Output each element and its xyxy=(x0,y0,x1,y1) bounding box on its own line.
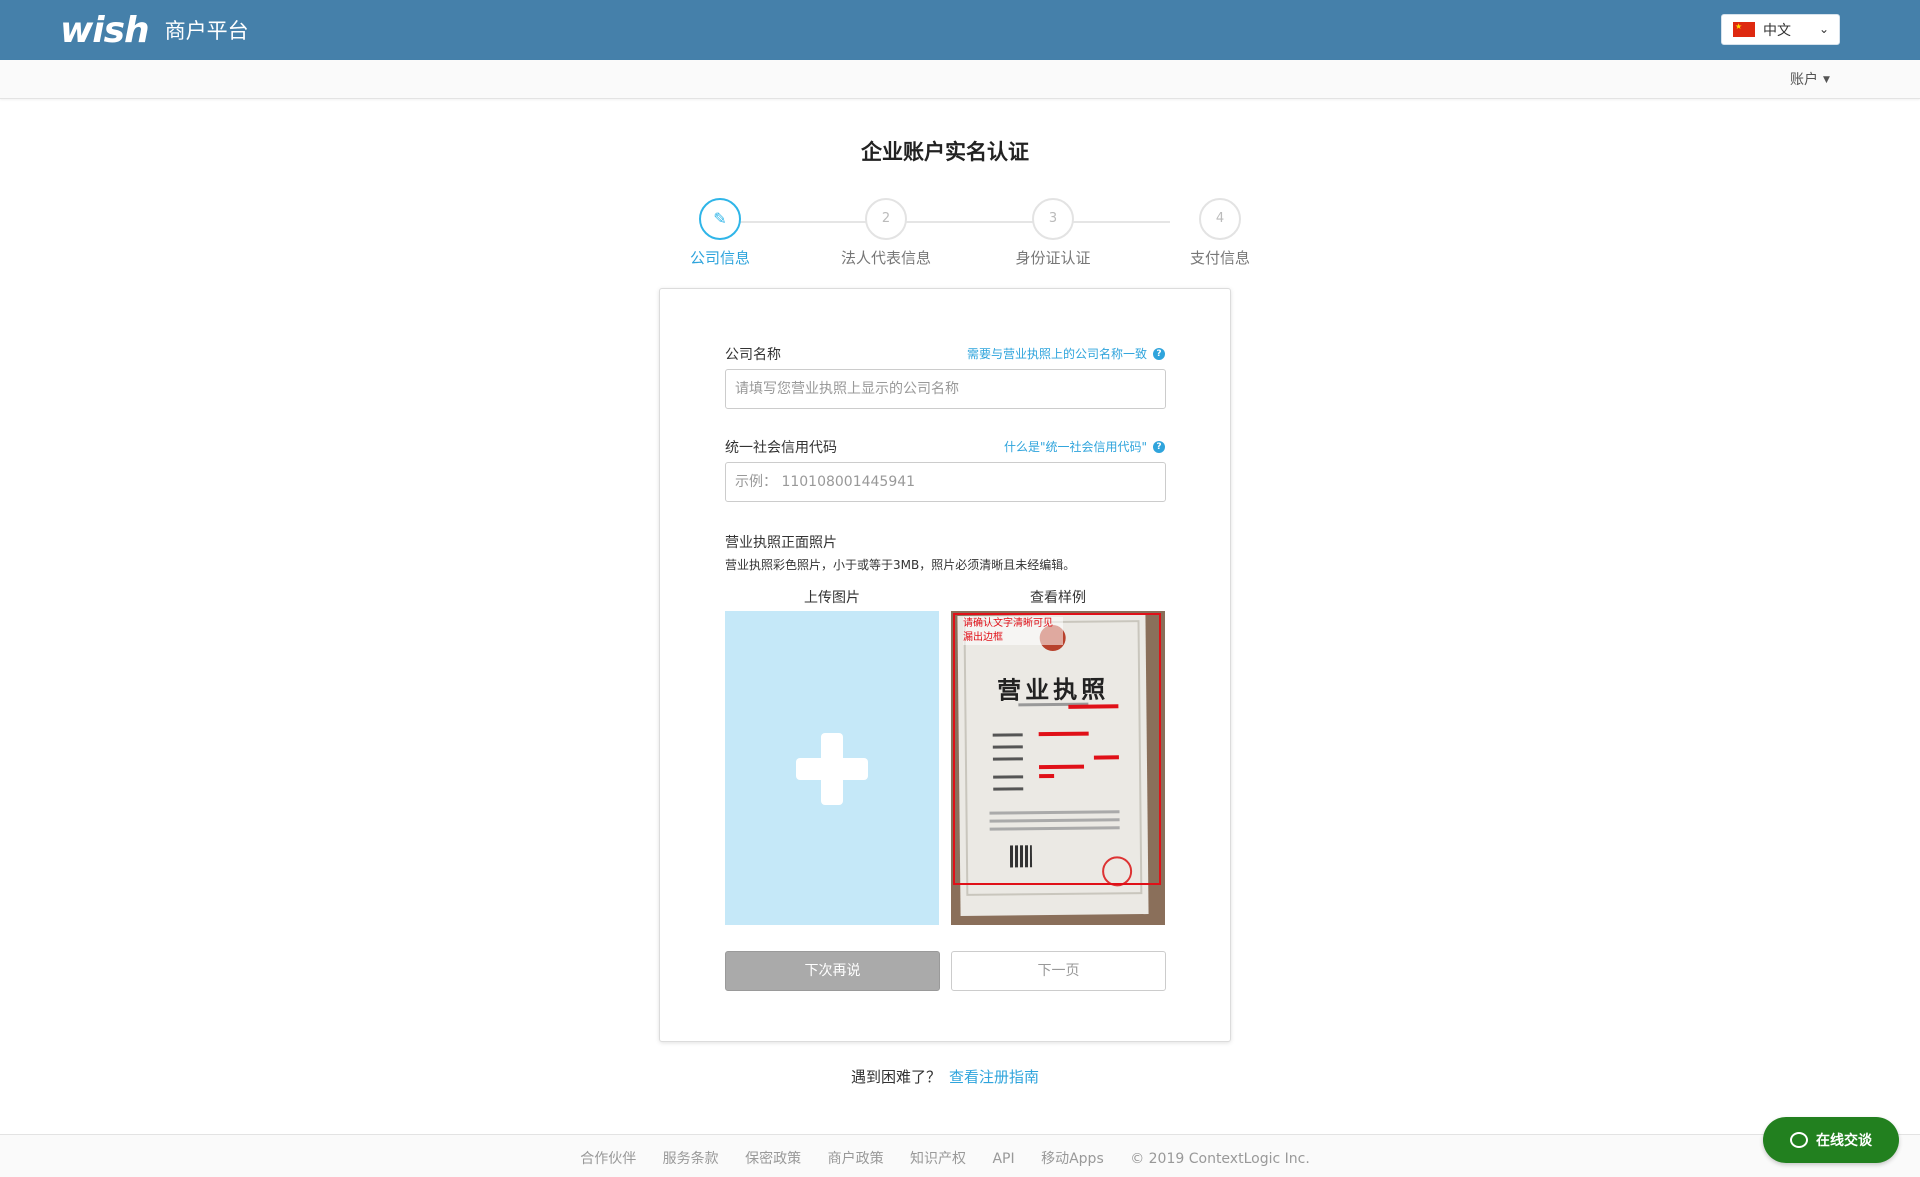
upload-image-area[interactable] xyxy=(725,611,939,925)
credit-code-help-text: 什么是"统一社会信用代码" xyxy=(1003,440,1147,454)
wish-logo[interactable]: wish 商户平台 xyxy=(60,9,249,51)
footer-link-privacy[interactable]: 保密政策 xyxy=(745,1151,801,1167)
step-legal-rep-info: 2 法人代表信息 xyxy=(826,198,946,268)
next-page-button[interactable]: 下一页 xyxy=(951,951,1166,991)
top-navigation-bar: wish 商户平台 中文 ⌄ xyxy=(0,0,1920,60)
sub-navigation-bar: 账户 ▼ xyxy=(0,60,1920,99)
help-row: 遇到困难了？ 查看注册指南 xyxy=(0,1066,1890,1087)
step-label: 法人代表信息 xyxy=(840,249,931,267)
chevron-down-icon: ⌄ xyxy=(1818,22,1829,36)
language-label: 中文 xyxy=(1763,22,1791,39)
page-title: 企业账户实名认证 xyxy=(861,140,1029,164)
company-name-input[interactable] xyxy=(725,369,1166,409)
step-id-verification: 3 身份证认证 xyxy=(993,198,1113,268)
step-label: 公司信息 xyxy=(689,249,750,267)
later-button[interactable]: 下次再说 xyxy=(725,951,940,991)
upload-heading: 上传图片 xyxy=(804,590,860,606)
china-flag-icon xyxy=(1733,22,1755,37)
plus-icon-bar xyxy=(796,758,868,780)
live-chat-button[interactable]: 在线交谈 xyxy=(1763,1117,1899,1163)
step-payment-info: 4 支付信息 xyxy=(1160,198,1280,268)
account-menu[interactable]: 账户 ▼ xyxy=(1790,69,1830,89)
sample-heading: 查看样例 xyxy=(1030,590,1086,606)
registration-guide-link[interactable]: 查看注册指南 xyxy=(949,1068,1039,1086)
footer-link-ip[interactable]: 知识产权 xyxy=(910,1151,966,1167)
footer: 合作伙伴 服务条款 保密政策 商户政策 知识产权 API 移动Apps © 20… xyxy=(0,1134,1920,1177)
sample-highlight-frame xyxy=(953,613,1161,885)
footer-link-merchant-policy[interactable]: 商户政策 xyxy=(828,1151,884,1167)
live-chat-label: 在线交谈 xyxy=(1816,1133,1872,1149)
portal-name: 商户平台 xyxy=(164,19,249,43)
caret-down-icon: ▼ xyxy=(1823,75,1830,85)
company-name-help-text: 需要与营业执照上的公司名称一致 xyxy=(966,347,1147,361)
question-circle-icon: ? xyxy=(1153,347,1165,360)
account-menu-label: 账户 xyxy=(1790,72,1818,88)
logo-wordmark: wish xyxy=(60,9,150,51)
license-photo-title: 营业执照正面照片 xyxy=(725,535,837,551)
chat-bubble-icon xyxy=(1790,1132,1808,1148)
footer-links: 合作伙伴 服务条款 保密政策 商户政策 知识产权 API 移动Apps © 20… xyxy=(0,1148,1890,1168)
progress-steps: ✎ 公司信息 2 法人代表信息 3 身份证认证 4 支付信息 xyxy=(660,198,1250,268)
footer-link-mobile-apps[interactable]: 移动Apps xyxy=(1041,1151,1104,1167)
help-question: 遇到困难了？ xyxy=(850,1068,941,1086)
footer-link-terms[interactable]: 服务条款 xyxy=(663,1151,719,1167)
credit-code-help-link[interactable]: 什么是"统一社会信用代码" ? xyxy=(1004,438,1165,455)
question-circle-icon: ? xyxy=(1153,440,1165,453)
step-label: 身份证认证 xyxy=(1015,249,1091,267)
credit-code-label: 统一社会信用代码 xyxy=(725,440,837,456)
pencil-icon: ✎ xyxy=(699,198,741,240)
language-selector[interactable]: 中文 ⌄ xyxy=(1721,14,1840,45)
company-info-form-card: 公司名称 需要与营业执照上的公司名称一致 ? 统一社会信用代码 什么是"统一社会… xyxy=(659,288,1231,1042)
step-number: 4 xyxy=(1199,198,1241,240)
company-name-label: 公司名称 xyxy=(725,347,781,363)
copyright: © 2019 ContextLogic Inc. xyxy=(1130,1151,1310,1167)
company-name-help-link[interactable]: 需要与营业执照上的公司名称一致 ? xyxy=(967,345,1165,362)
credit-code-input[interactable] xyxy=(725,462,1166,502)
step-label: 支付信息 xyxy=(1189,249,1250,267)
footer-link-partners[interactable]: 合作伙伴 xyxy=(580,1151,636,1167)
sample-license-image: 营业执照 请确认文字清晰可见 漏出边框 xyxy=(951,611,1165,925)
step-number: 3 xyxy=(1032,198,1074,240)
footer-link-api[interactable]: API xyxy=(992,1151,1014,1167)
license-photo-hint: 营业执照彩色照片，小于或等于3MB，照片必须清晰且未经编辑。 xyxy=(725,558,1076,572)
step-number: 2 xyxy=(865,198,907,240)
step-company-info: ✎ 公司信息 xyxy=(660,198,780,268)
sample-note: 请确认文字清晰可见 漏出边框 xyxy=(963,617,1063,645)
